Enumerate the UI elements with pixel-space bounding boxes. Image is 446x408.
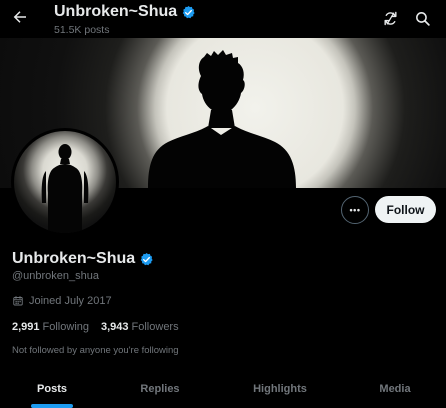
profile-tabs: Posts Replies Highlights Media [0, 372, 446, 408]
not-followed-note: Not followed by anyone you're following [12, 345, 179, 356]
tab-replies-label: Replies [140, 383, 180, 395]
profile-page: Unbroken~Shua 51.5K posts ••• Follow Unb… [0, 0, 446, 408]
user-handle: @unbroken_shua [12, 270, 100, 282]
joined-text: Joined July 2017 [29, 295, 112, 307]
followers-count: 3,943 [101, 321, 129, 333]
following-label: Following [42, 321, 89, 333]
following-link[interactable]: 2,991 Following [12, 321, 89, 333]
tab-replies[interactable]: Replies [108, 372, 212, 408]
avatar-silhouette-image [41, 144, 89, 233]
followers-label: Followers [131, 321, 179, 333]
more-options-icon: ••• [349, 205, 361, 215]
search-button[interactable] [410, 6, 434, 30]
tab-posts[interactable]: Posts [0, 372, 104, 408]
active-tab-indicator [31, 404, 73, 408]
tab-highlights[interactable]: Highlights [228, 372, 332, 408]
tab-media-label: Media [379, 383, 411, 395]
tab-media[interactable]: Media [344, 372, 446, 408]
header-title-block: Unbroken~Shua 51.5K posts [54, 2, 196, 37]
display-name: Unbroken~Shua [12, 250, 136, 267]
refresh-icon [383, 11, 397, 25]
top-bar: Unbroken~Shua 51.5K posts [0, 0, 446, 38]
verified-badge-icon [182, 5, 195, 18]
back-button[interactable] [8, 5, 32, 29]
post-count: 51.5K posts [54, 24, 110, 36]
tab-posts-label: Posts [37, 383, 67, 395]
profile-avatar[interactable] [11, 128, 119, 236]
following-count: 2,991 [12, 321, 40, 333]
follow-button[interactable]: Follow [375, 196, 436, 223]
header-title: Unbroken~Shua [54, 3, 178, 20]
verified-badge-icon[interactable] [139, 252, 154, 267]
more-options-button[interactable]: ••• [341, 196, 369, 224]
followers-link[interactable]: 3,943 Followers [101, 321, 179, 333]
display-name-row: Unbroken~Shua [12, 249, 154, 269]
search-icon [415, 11, 430, 26]
refresh-button[interactable] [378, 6, 402, 30]
calendar-icon [13, 296, 23, 306]
joined-date: Joined July 2017 [12, 295, 112, 307]
follow-stats: 2,991 Following 3,943 Followers [12, 321, 179, 333]
arrow-left-icon [13, 11, 26, 23]
tab-highlights-label: Highlights [253, 383, 307, 395]
